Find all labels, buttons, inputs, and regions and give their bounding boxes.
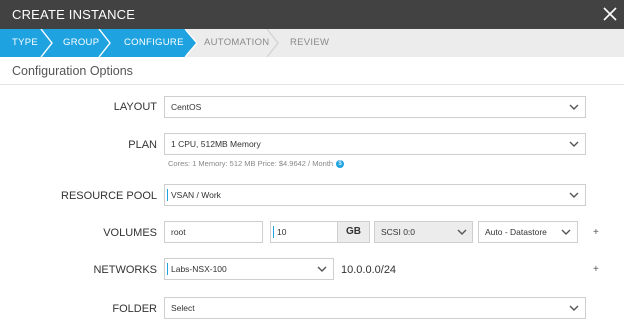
step-configure[interactable]: CONFIGURE (124, 29, 184, 57)
network-ip: 10.0.0.0/24 (341, 264, 397, 276)
volume-datastore-value: Auto - Datastore (485, 227, 547, 237)
layout-select[interactable]: CentOS (164, 96, 586, 118)
layout-label: LAYOUT (113, 101, 157, 113)
networks-label: NETWORKS (93, 264, 157, 276)
wizard-steps: TYPE GROUP CONFIGURE AUTOMATION REVIEW (0, 29, 624, 57)
chevron-down-icon (317, 266, 327, 272)
volume-name-value: root (171, 227, 186, 237)
step-separator-icon (40, 29, 53, 57)
step-separator-icon (98, 29, 111, 57)
chevron-down-icon (569, 305, 579, 311)
network-select[interactable]: Labs-NSX-100 (164, 258, 334, 280)
volume-name-input[interactable]: root (164, 221, 263, 243)
close-icon[interactable] (602, 6, 618, 22)
plan-details: Cores: 1 Memory: 512 MB Price: $4.9642 /… (168, 159, 345, 169)
chevron-down-icon (569, 104, 579, 110)
folder-value: Select (171, 303, 195, 313)
volume-controller-value: SCSI 0:0 (381, 227, 416, 237)
chevron-down-icon (457, 229, 467, 235)
add-volume-button[interactable]: + (593, 227, 599, 238)
step-automation[interactable]: AUTOMATION (204, 29, 269, 57)
divider (0, 84, 624, 85)
plan-hint: Cores: 1 Memory: 512 MB Price: $4.9642 /… (168, 159, 334, 168)
resource-pool-label: RESOURCE POOL (61, 190, 157, 202)
plan-value: 1 CPU, 512MB Memory (171, 139, 261, 149)
price-info-icon[interactable]: $ (336, 160, 345, 169)
chevron-down-icon (569, 141, 579, 147)
resource-pool-select[interactable]: VSAN / Work (164, 184, 586, 206)
resource-pool-value: VSAN / Work (171, 190, 221, 200)
step-review[interactable]: REVIEW (290, 29, 329, 57)
folder-select[interactable]: Select (164, 297, 586, 319)
plan-label: PLAN (128, 139, 157, 151)
modal-title: CREATE INSTANCE (12, 7, 136, 22)
chevron-down-icon (561, 229, 571, 235)
section-title: Configuration Options (12, 64, 133, 78)
volume-unit-addon: GB (338, 221, 370, 243)
volume-size-input[interactable]: 10 (270, 221, 338, 243)
add-network-button[interactable]: + (593, 264, 599, 275)
volume-controller-select[interactable]: SCSI 0:0 (374, 221, 473, 243)
volume-datastore-select[interactable]: Auto - Datastore (478, 221, 578, 243)
folder-label: FOLDER (112, 303, 157, 315)
modal-header: CREATE INSTANCE (0, 0, 624, 29)
layout-value: CentOS (171, 102, 202, 112)
step-separator-icon (184, 29, 198, 57)
chevron-down-icon (569, 192, 579, 198)
volume-size-value: 10 (277, 227, 287, 237)
step-group[interactable]: GROUP (63, 29, 99, 57)
network-value: Labs-NSX-100 (171, 264, 227, 274)
step-type[interactable]: TYPE (12, 29, 38, 57)
volumes-label: VOLUMES (103, 227, 157, 239)
plan-select[interactable]: 1 CPU, 512MB Memory (164, 133, 586, 155)
